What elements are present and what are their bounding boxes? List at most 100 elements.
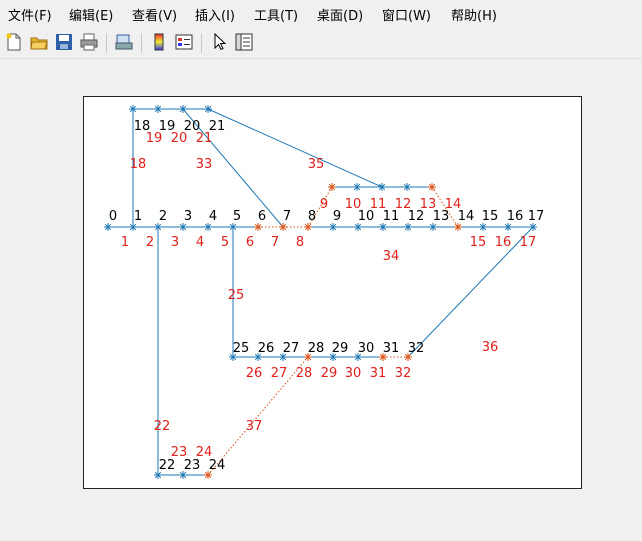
- node-label: 6: [258, 209, 266, 224]
- edge-label: 7: [271, 235, 279, 250]
- node-marker: [129, 105, 137, 113]
- edge-label: 37: [246, 419, 263, 434]
- menu-edit[interactable]: 编辑(E): [69, 5, 113, 24]
- property-editor-icon[interactable]: [233, 31, 255, 53]
- node-marker: [304, 223, 312, 231]
- node-marker: [154, 223, 162, 231]
- graph-edge: [207, 108, 383, 188]
- node-label: 17: [528, 209, 545, 224]
- node-marker: [179, 223, 187, 231]
- edge-label: 22: [154, 419, 171, 434]
- edge-label: 28: [296, 366, 313, 381]
- edge-label: 21: [196, 131, 213, 146]
- edge-label: 27: [271, 366, 288, 381]
- menu-file[interactable]: 文件(F): [8, 5, 52, 24]
- menu-view[interactable]: 查看(V): [132, 5, 177, 24]
- edge-label: 26: [246, 366, 263, 381]
- edge-label: 36: [482, 340, 499, 355]
- node-marker: [479, 223, 487, 231]
- plot-axes[interactable]: 0 1 2 3 4 5 6 7 8 9 10 11 12 13 14 15 16 17 18 19 20 21 25 26 27…: [83, 96, 582, 489]
- edge-label: 19: [146, 131, 163, 146]
- node-marker: [404, 223, 412, 231]
- node-marker: [353, 183, 361, 191]
- node-marker: [378, 183, 386, 191]
- print-icon[interactable]: [78, 31, 100, 53]
- node-label: 32: [408, 341, 425, 356]
- node-label: 27: [283, 341, 300, 356]
- edge-label: 25: [228, 288, 245, 303]
- node-label: 30: [358, 341, 375, 356]
- link-print-icon[interactable]: [113, 31, 135, 53]
- menu-help[interactable]: 帮助(H): [451, 5, 497, 24]
- node-marker: [279, 223, 287, 231]
- node-marker: [429, 223, 437, 231]
- node-marker: [379, 223, 387, 231]
- edge-label: 3: [171, 235, 179, 250]
- node-marker: [254, 223, 262, 231]
- node-marker: [403, 183, 411, 191]
- node-label: 28: [308, 341, 325, 356]
- node-label: 1: [134, 209, 142, 224]
- edge-label: 6: [246, 235, 254, 250]
- node-marker: [129, 223, 137, 231]
- node-marker: [204, 105, 212, 113]
- node-marker: [354, 223, 362, 231]
- node-label: 29: [332, 341, 349, 356]
- save-icon[interactable]: [53, 31, 75, 53]
- edge-label: 33: [196, 157, 213, 172]
- toolbar: [0, 28, 642, 59]
- node-label: 7: [283, 209, 291, 224]
- edge-label: 1: [121, 235, 129, 250]
- node-label: 4: [209, 209, 217, 224]
- node-label: 3: [184, 209, 192, 224]
- node-label: 5: [233, 209, 241, 224]
- edge-label: 14: [445, 197, 462, 212]
- node-label: 16: [507, 209, 524, 224]
- network-graph: 0 1 2 3 4 5 6 7 8 9 10 11 12 13 14 15 16 1718 19 20 2125 26 27…: [104, 105, 545, 479]
- edge-label: 17: [520, 235, 537, 250]
- node-marker: [104, 223, 112, 231]
- edge-label: 8: [296, 235, 304, 250]
- node-marker: [428, 183, 436, 191]
- edge-label: 29: [321, 366, 338, 381]
- legend-icon[interactable]: [173, 31, 195, 53]
- node-label: 15: [482, 209, 499, 224]
- node-label: 24: [209, 458, 226, 473]
- edge-label: 11: [370, 197, 387, 212]
- node-marker: [504, 223, 512, 231]
- edge-label: 24: [196, 445, 213, 460]
- node-label: 22: [159, 458, 176, 473]
- open-folder-icon[interactable]: [28, 31, 50, 53]
- menu-bar: 文件(F) 编辑(E) 查看(V) 插入(I) 工具(T) 桌面(D) 窗口(W…: [0, 0, 642, 28]
- node-label: 2: [159, 209, 167, 224]
- pointer-icon[interactable]: [208, 31, 230, 53]
- edge-label: 4: [196, 235, 204, 250]
- node-marker: [329, 223, 337, 231]
- menu-window[interactable]: 窗口(W): [382, 5, 431, 24]
- edge-label: 2: [146, 235, 154, 250]
- node-label: 31: [383, 341, 400, 356]
- node-label: 9: [333, 209, 341, 224]
- menu-desktop[interactable]: 桌面(D): [317, 5, 363, 24]
- edge-label: 35: [308, 157, 325, 172]
- edge-label: 32: [395, 366, 412, 381]
- menu-insert[interactable]: 插入(I): [195, 5, 235, 24]
- menu-tools[interactable]: 工具(T): [254, 5, 298, 24]
- node-marker: [328, 183, 336, 191]
- edge-label: 15: [470, 235, 487, 250]
- edge-label: 18: [130, 157, 147, 172]
- edge-label: 10: [345, 197, 362, 212]
- edge-label: 34: [383, 249, 400, 264]
- node-marker: [454, 223, 462, 231]
- node-label: 8: [308, 209, 316, 224]
- colorbar-icon[interactable]: [148, 31, 170, 53]
- node-label: 0: [109, 209, 117, 224]
- toolbar-separator: [141, 33, 142, 53]
- edge-label: 30: [345, 366, 362, 381]
- edge-label: 31: [370, 366, 387, 381]
- edge-label: 16: [495, 235, 512, 250]
- node-label: 26: [258, 341, 275, 356]
- toolbar-separator: [106, 33, 107, 53]
- new-file-icon[interactable]: [3, 31, 25, 53]
- node-label: 25: [233, 341, 250, 356]
